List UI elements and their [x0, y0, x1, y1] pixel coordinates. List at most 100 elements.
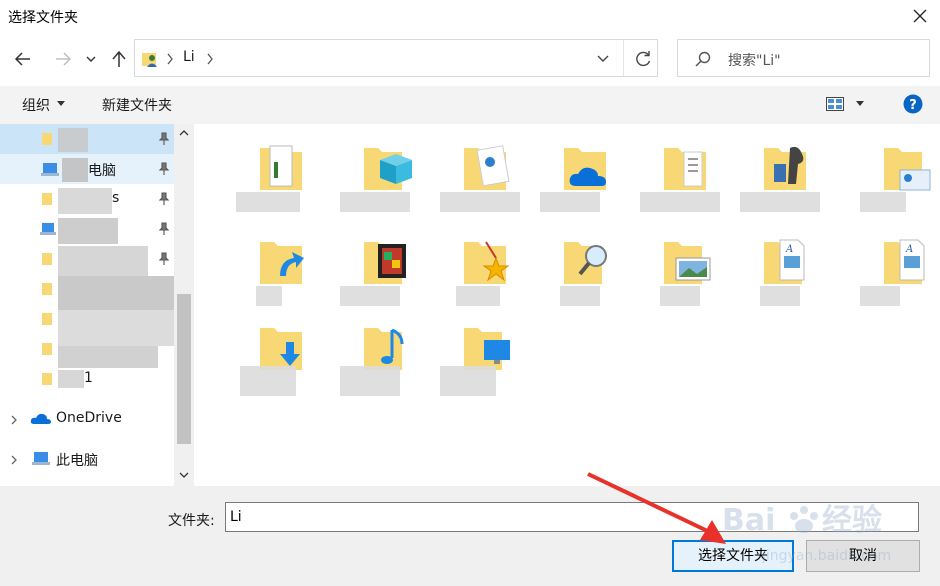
cancel-button[interactable]: 取消 [806, 540, 920, 572]
scroll-up-icon[interactable] [178, 128, 190, 138]
contacts-folder-icon [464, 145, 510, 190]
svg-text:A: A [905, 244, 913, 255]
back-icon[interactable] [12, 47, 34, 71]
new-folder-button[interactable]: 新建文件夹 [102, 95, 172, 115]
folder-item[interactable] [236, 130, 326, 218]
pin-icon[interactable] [158, 252, 170, 266]
mosaic-block [58, 276, 180, 310]
name-mosaic [740, 192, 820, 212]
folder-item[interactable] [440, 130, 530, 218]
tree-item-label: OneDrive [56, 410, 122, 426]
folder-item[interactable] [236, 310, 326, 398]
downloads-docs-folder-icon [664, 148, 706, 190]
folder-item[interactable]: A [740, 224, 830, 312]
name-mosaic [440, 192, 520, 212]
organize-button[interactable]: 组织 [22, 95, 50, 115]
name-mosaic [340, 286, 400, 306]
pin-icon[interactable] [158, 162, 170, 176]
chevron-right-icon[interactable] [205, 52, 215, 66]
search-icon [695, 51, 711, 67]
close-icon[interactable] [908, 4, 932, 28]
forward-icon[interactable] [52, 47, 74, 71]
folder-item[interactable] [340, 224, 430, 312]
window-title: 选择文件夹 [8, 10, 78, 26]
mosaic-block [58, 310, 184, 346]
nav-item-label: 1 [84, 370, 93, 386]
name-mosaic [340, 366, 400, 396]
desktop-folder-icon [464, 328, 510, 370]
command-bar: 组织 新建文件夹 ? [0, 86, 940, 124]
folder-item[interactable] [540, 130, 630, 218]
folder-icon [42, 313, 52, 325]
favorites-folder-icon [464, 241, 510, 284]
folder-item[interactable] [640, 224, 730, 312]
links-folder-icon [260, 242, 304, 284]
address-path[interactable]: Li [183, 49, 195, 65]
tree-item-onedrive[interactable]: OneDrive [0, 404, 174, 434]
name-mosaic [860, 192, 906, 212]
contact-card-folder-icon [884, 148, 931, 191]
folder-item[interactable]: A [860, 224, 940, 312]
caret-down-icon[interactable] [856, 101, 864, 107]
folder-item[interactable] [440, 310, 530, 398]
search-placeholder[interactable]: 搜索"Li" [728, 50, 781, 70]
chevron-right-icon[interactable] [10, 454, 18, 466]
pin-icon[interactable] [158, 222, 170, 236]
svg-text:A: A [785, 244, 793, 255]
folder-name-input[interactable] [225, 502, 919, 532]
refresh-icon[interactable] [633, 49, 653, 69]
folder-item[interactable] [860, 130, 940, 218]
address-bar[interactable]: Li [134, 39, 658, 77]
saved-games-doc-icon: A [764, 239, 805, 284]
mosaic-block [58, 188, 112, 214]
chevron-down-icon[interactable] [595, 52, 611, 66]
3d-objects-folder-icon [364, 148, 412, 190]
folder-item[interactable] [236, 224, 326, 312]
mosaic-block [58, 346, 158, 368]
nav-scrollbar[interactable] [174, 124, 194, 486]
name-mosaic [440, 366, 496, 396]
name-mosaic [240, 366, 296, 396]
folder-item[interactable] [440, 224, 530, 312]
chevron-right-icon[interactable] [10, 414, 18, 426]
tree-item-this-pc[interactable]: 此电脑 [0, 444, 174, 474]
nav-item-label: 电脑 [88, 163, 116, 179]
name-mosaic [256, 286, 282, 306]
folder-item[interactable] [540, 224, 630, 312]
documents-folder-icon [260, 145, 302, 190]
folder-item[interactable] [340, 130, 430, 218]
help-icon[interactable]: ? [903, 94, 923, 114]
pin-icon[interactable] [158, 192, 170, 206]
name-mosaic [640, 192, 720, 212]
chevron-right-icon [167, 53, 173, 65]
computer-icon [41, 163, 59, 176]
select-folder-button[interactable]: 选择文件夹 [672, 540, 794, 572]
up-icon[interactable] [108, 47, 130, 71]
folder-item[interactable] [640, 130, 730, 218]
scroll-thumb[interactable] [177, 294, 191, 444]
tree-item-label: 此电脑 [56, 453, 98, 469]
folder-icon [42, 373, 52, 385]
pin-icon[interactable] [158, 132, 170, 146]
svg-text:?: ? [909, 98, 917, 113]
divider [623, 40, 624, 76]
videos-folder-icon [364, 242, 406, 284]
caret-down-icon[interactable] [57, 101, 65, 107]
folder-icon [42, 193, 52, 205]
pictures-folder-icon [664, 242, 711, 284]
user-folder-icon [142, 53, 157, 67]
name-mosaic [340, 192, 410, 212]
scroll-down-icon[interactable] [178, 470, 190, 480]
folder-item[interactable] [340, 310, 430, 398]
search-box[interactable]: 搜索"Li" [677, 39, 930, 77]
onedrive-folder-icon [564, 148, 606, 190]
folder-item[interactable] [740, 130, 830, 218]
music-folder-icon [364, 328, 404, 370]
downloads-folder-icon [260, 328, 302, 370]
recent-icon[interactable] [84, 47, 98, 71]
bottom-panel: 文件夹: 选择文件夹 取消 [0, 486, 940, 586]
view-icon[interactable] [826, 97, 844, 111]
network-icon [40, 223, 56, 235]
nav-item[interactable]: 1 [0, 364, 174, 394]
nav-item-label: s [112, 190, 120, 206]
